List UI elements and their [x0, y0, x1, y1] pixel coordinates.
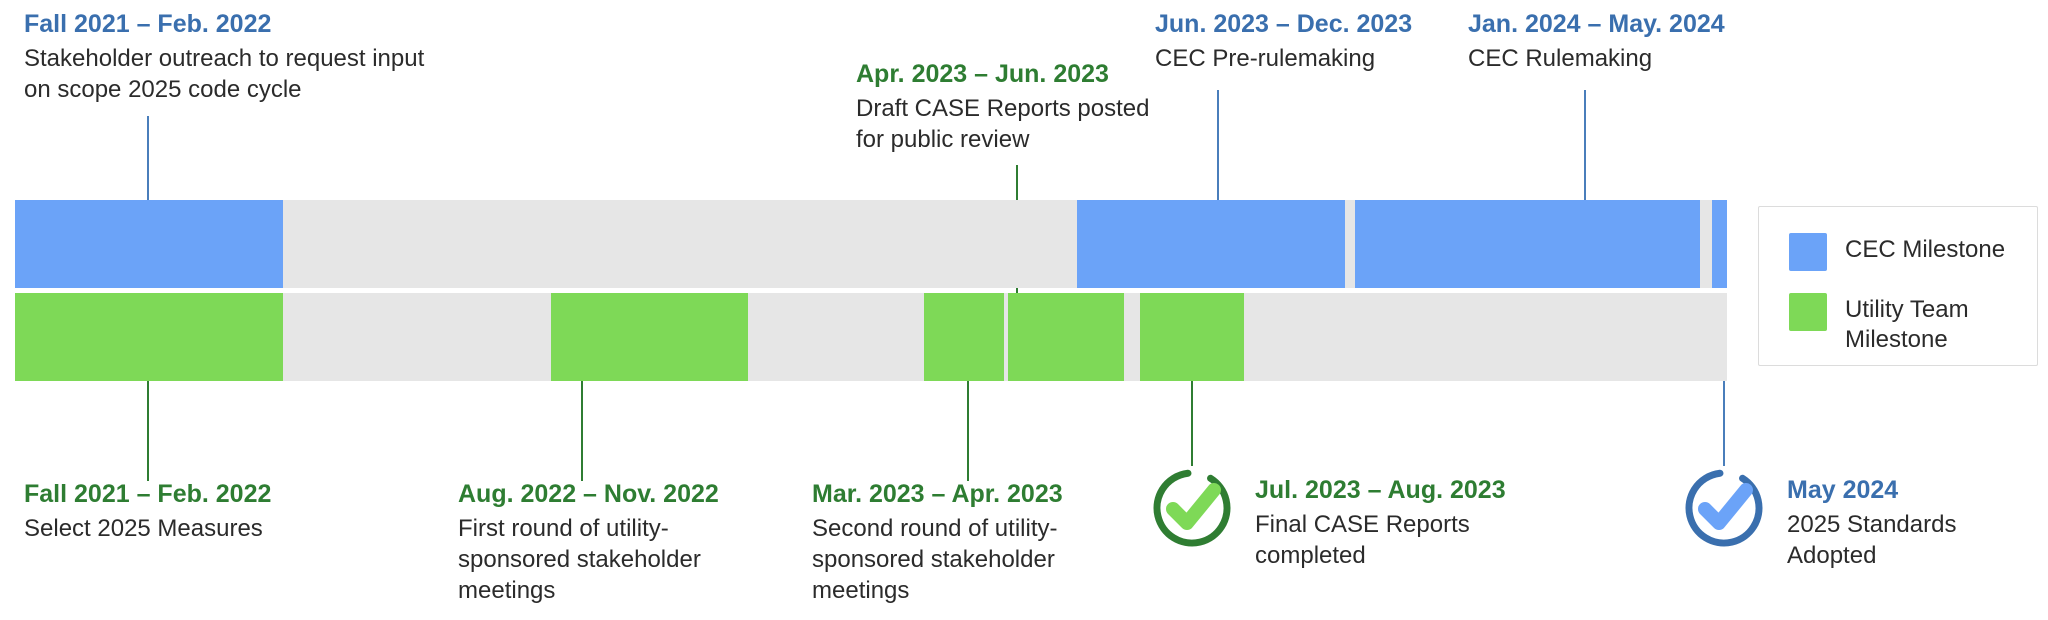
top-annotation-3: Jun. 2023 – Dec. 2023 CEC Pre-rulemaking	[1155, 8, 1455, 74]
bottom-annotation-5: May 2024 2025 Standards Adopted	[1787, 474, 2047, 571]
legend: CEC Milestone Utility Team Milestone	[1758, 206, 2038, 366]
bottom-annotation-3-description: Second round of utility-sponsored stakeh…	[812, 514, 1058, 604]
cec-segment-2[interactable]	[1077, 200, 1345, 288]
bottom-annotation-4-description: Final CASE Reports completed	[1255, 510, 1470, 569]
legend-item-utility-label: Utility Team Milestone	[1845, 296, 1969, 353]
bottom-annotation-2: Aug. 2022 – Nov. 2022 First round of uti…	[458, 478, 748, 606]
connector-top-3	[1217, 90, 1219, 200]
top-annotation-1-description: Stakeholder outreach to request input on…	[24, 44, 425, 103]
utility-segment-2[interactable]	[551, 293, 748, 381]
utility-segment-5[interactable]	[1140, 293, 1244, 381]
bottom-annotation-4-period: Jul. 2023 – Aug. 2023	[1255, 476, 1506, 504]
bottom-annotation-4: Jul. 2023 – Aug. 2023 Final CASE Reports…	[1255, 474, 1525, 571]
top-annotation-4-period: Jan. 2024 – May. 2024	[1468, 10, 1725, 38]
connector-bottom-5	[1723, 381, 1725, 466]
top-annotation-4-description: CEC Rulemaking	[1468, 44, 1653, 72]
connector-bottom-2	[581, 381, 583, 481]
check-circle-blue-icon	[1680, 464, 1768, 557]
cec-milestone-track	[15, 200, 1727, 288]
connector-top-1	[147, 116, 149, 200]
legend-item-cec-label: CEC Milestone	[1845, 236, 2006, 263]
top-annotation-3-period: Jun. 2023 – Dec. 2023	[1155, 10, 1413, 38]
bottom-annotation-3: Mar. 2023 – Apr. 2023 Second round of ut…	[812, 478, 1102, 606]
bottom-annotation-2-period: Aug. 2022 – Nov. 2022	[458, 480, 719, 508]
bottom-annotation-1: Fall 2021 – Feb. 2022 Select 2025 Measur…	[24, 478, 354, 544]
bottom-annotation-5-period: May 2024	[1787, 476, 1899, 504]
top-annotation-1: Fall 2021 – Feb. 2022 Stakeholder outrea…	[24, 8, 444, 105]
utility-milestone-track	[15, 293, 1727, 381]
legend-item-utility[interactable]: Utility Team Milestone	[1789, 293, 2037, 355]
cec-milestone-swatch	[1789, 233, 1827, 271]
cec-segment-1[interactable]	[15, 200, 283, 288]
top-annotation-2: Apr. 2023 – Jun. 2023 Draft CASE Reports…	[856, 58, 1176, 155]
top-annotation-2-period: Apr. 2023 – Jun. 2023	[856, 60, 1109, 88]
utility-segment-3[interactable]	[924, 293, 1004, 381]
top-annotation-4: Jan. 2024 – May. 2024 CEC Rulemaking	[1468, 8, 1768, 74]
check-circle-green-icon	[1148, 464, 1236, 557]
utility-segment-4[interactable]	[1008, 293, 1124, 381]
cec-segment-4[interactable]	[1712, 200, 1727, 288]
bottom-annotation-3-period: Mar. 2023 – Apr. 2023	[812, 480, 1063, 508]
bottom-annotation-5-description: 2025 Standards Adopted	[1787, 510, 1957, 569]
utility-segment-1[interactable]	[15, 293, 283, 381]
top-annotation-3-description: CEC Pre-rulemaking	[1155, 44, 1376, 72]
top-annotation-1-period: Fall 2021 – Feb. 2022	[24, 10, 272, 38]
connector-bottom-4	[1191, 381, 1193, 466]
bottom-annotation-1-description: Select 2025 Measures	[24, 514, 263, 542]
cec-segment-3[interactable]	[1355, 200, 1700, 288]
connector-bottom-1	[147, 381, 149, 481]
bottom-annotation-1-period: Fall 2021 – Feb. 2022	[24, 480, 272, 508]
utility-milestone-swatch	[1789, 293, 1827, 331]
connector-bottom-3	[967, 381, 969, 481]
bottom-annotation-2-description: First round of utility-sponsored stakeho…	[458, 514, 701, 604]
legend-item-cec[interactable]: CEC Milestone	[1789, 233, 2037, 271]
timeline-diagram: Fall 2021 – Feb. 2022 Stakeholder outrea…	[0, 0, 2048, 620]
connector-top-4	[1584, 90, 1586, 200]
top-annotation-2-description: Draft CASE Reports posted for public rev…	[856, 94, 1150, 153]
